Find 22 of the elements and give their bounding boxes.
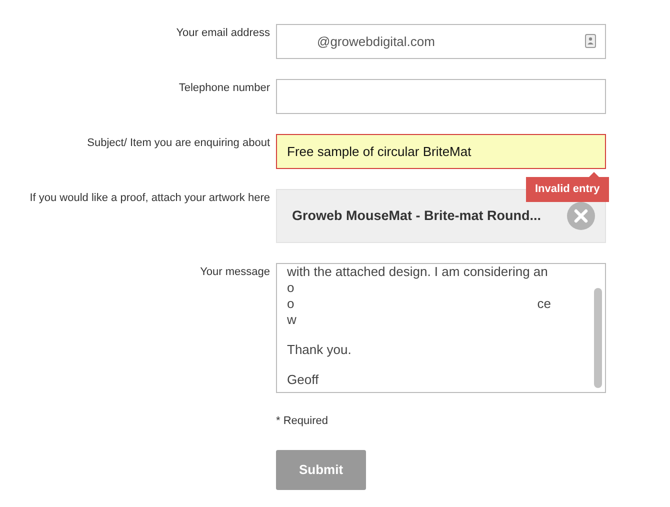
message-field[interactable]: with the attached design. I am considering an o o ce w Thank you. Geoff — [276, 263, 606, 393]
field-label: If you would like a proof, attach your artwork here — [30, 192, 270, 204]
message-text: o — [287, 296, 294, 312]
file-name: Groweb MouseMat - Brite-mat Round... — [292, 206, 542, 225]
field-label: Telephone number — [178, 82, 270, 94]
message-text: o — [287, 280, 294, 296]
text-field[interactable]: Free sample of circular BriteMat — [276, 134, 606, 169]
field-label: Your message — [200, 266, 270, 278]
message-text: with the attached design. I am considering an — [287, 264, 548, 280]
email-field[interactable]: @growebdigital.com — [276, 24, 606, 59]
message-text: ce — [537, 296, 551, 312]
required-note: * Required — [276, 414, 329, 429]
contact-card-icon[interactable] — [585, 34, 596, 48]
scrollbar-thumb[interactable] — [594, 288, 602, 388]
text-field[interactable] — [276, 79, 606, 114]
field-label: Your email address — [176, 27, 270, 39]
remove-icon[interactable] — [567, 202, 595, 230]
field-label: Subject/ Item you are enquiring about — [87, 137, 270, 149]
message-text: w — [287, 312, 296, 328]
message-text: Geoff — [287, 372, 319, 388]
tooltip-arrow — [588, 172, 599, 177]
message-text: Thank you. — [287, 342, 352, 358]
